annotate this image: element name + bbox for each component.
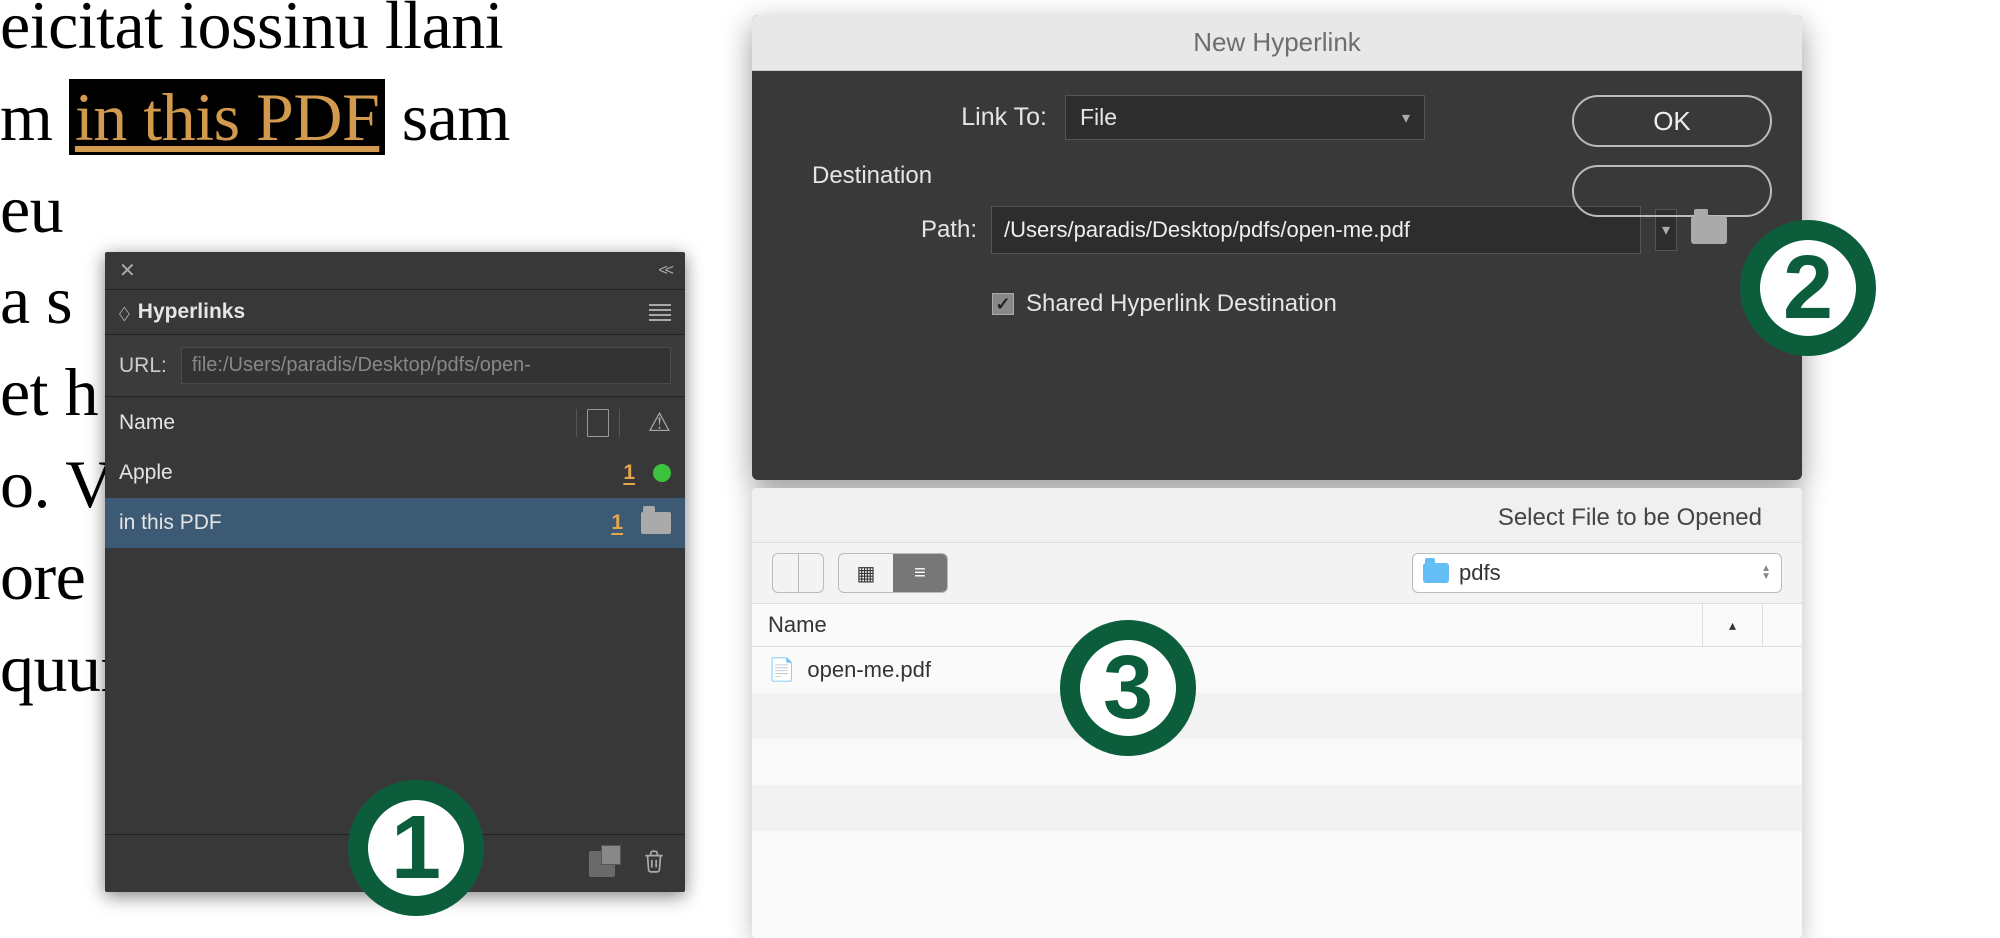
file-picker-dialog: Select File to be Opened ▦ ≡ pdfs ▲▼ Nam… <box>752 488 1802 938</box>
new-hyperlink-icon[interactable] <box>589 851 615 877</box>
trash-icon[interactable] <box>641 846 667 882</box>
browse-folder-icon[interactable] <box>1691 216 1727 244</box>
view-toggle: ▦ ≡ <box>838 553 948 593</box>
ok-button[interactable]: OK <box>1572 95 1772 147</box>
file-row[interactable]: 📄 open-me.pdf <box>752 647 1802 693</box>
list-view-button[interactable]: ≡ <box>893 554 947 592</box>
file-picker-title: Select File to be Opened <box>752 488 1802 543</box>
panel-menu-icon[interactable] <box>649 304 671 321</box>
highlighted-link-text[interactable]: in this PDF <box>69 79 385 155</box>
status-ok-icon <box>653 464 671 482</box>
icon-view-button[interactable]: ▦ <box>839 554 893 592</box>
chevron-down-icon: ▾ <box>1402 108 1410 128</box>
url-label: URL: <box>119 354 167 378</box>
column-edge <box>1762 604 1802 646</box>
file-name: open-me.pdf <box>807 657 931 683</box>
cancel-button[interactable] <box>1572 165 1772 217</box>
expand-icon[interactable]: ◇ <box>119 300 130 324</box>
url-input[interactable] <box>181 347 671 384</box>
shared-destination-checkbox[interactable]: ✓ <box>992 293 1014 315</box>
folder-select[interactable]: pdfs ▲▼ <box>1412 553 1782 593</box>
hyperlink-row[interactable]: in this PDF 1 <box>105 498 685 548</box>
callout-badge-3: 3 <box>1060 620 1196 756</box>
new-hyperlink-dialog: New Hyperlink Link To: File ▾ OK Destina… <box>752 15 1802 480</box>
row-page[interactable]: 1 <box>623 461 635 485</box>
list-header: Name ⚠ <box>105 396 685 448</box>
sidebar-toggle-button[interactable] <box>772 553 824 593</box>
dialog-title: New Hyperlink <box>752 15 1802 71</box>
file-row <box>752 785 1802 831</box>
file-row <box>752 739 1802 785</box>
folder-icon <box>641 512 671 534</box>
warning-icon: ⚠ <box>648 407 671 438</box>
sort-caret-icon[interactable]: ▴ <box>1702 604 1762 646</box>
updown-icon: ▲▼ <box>1761 565 1771 581</box>
panel-tab-label[interactable]: Hyperlinks <box>138 300 245 324</box>
path-label: Path: <box>782 216 977 244</box>
link-to-label: Link To: <box>782 103 1047 132</box>
link-to-select[interactable]: File ▾ <box>1065 95 1425 140</box>
column-name[interactable]: Name <box>752 604 1702 646</box>
row-name: Apple <box>119 461 623 485</box>
path-input[interactable] <box>991 206 1641 254</box>
column-name[interactable]: Name <box>119 411 566 435</box>
file-icon: 📄 <box>768 657 795 683</box>
collapse-icon[interactable]: << <box>652 260 677 282</box>
page-icon <box>587 409 609 437</box>
shared-destination-label: Shared Hyperlink Destination <box>1026 290 1337 318</box>
callout-badge-2: 2 <box>1740 220 1876 356</box>
row-name: in this PDF <box>119 511 611 535</box>
file-row <box>752 693 1802 739</box>
callout-badge-1: 1 <box>348 780 484 916</box>
file-list: 📄 open-me.pdf <box>752 647 1802 938</box>
hyperlink-row[interactable]: Apple 1 <box>105 448 685 498</box>
row-page[interactable]: 1 <box>611 511 623 535</box>
file-row <box>752 831 1802 877</box>
folder-icon <box>1423 563 1449 583</box>
close-icon[interactable]: ✕ <box>113 256 142 285</box>
